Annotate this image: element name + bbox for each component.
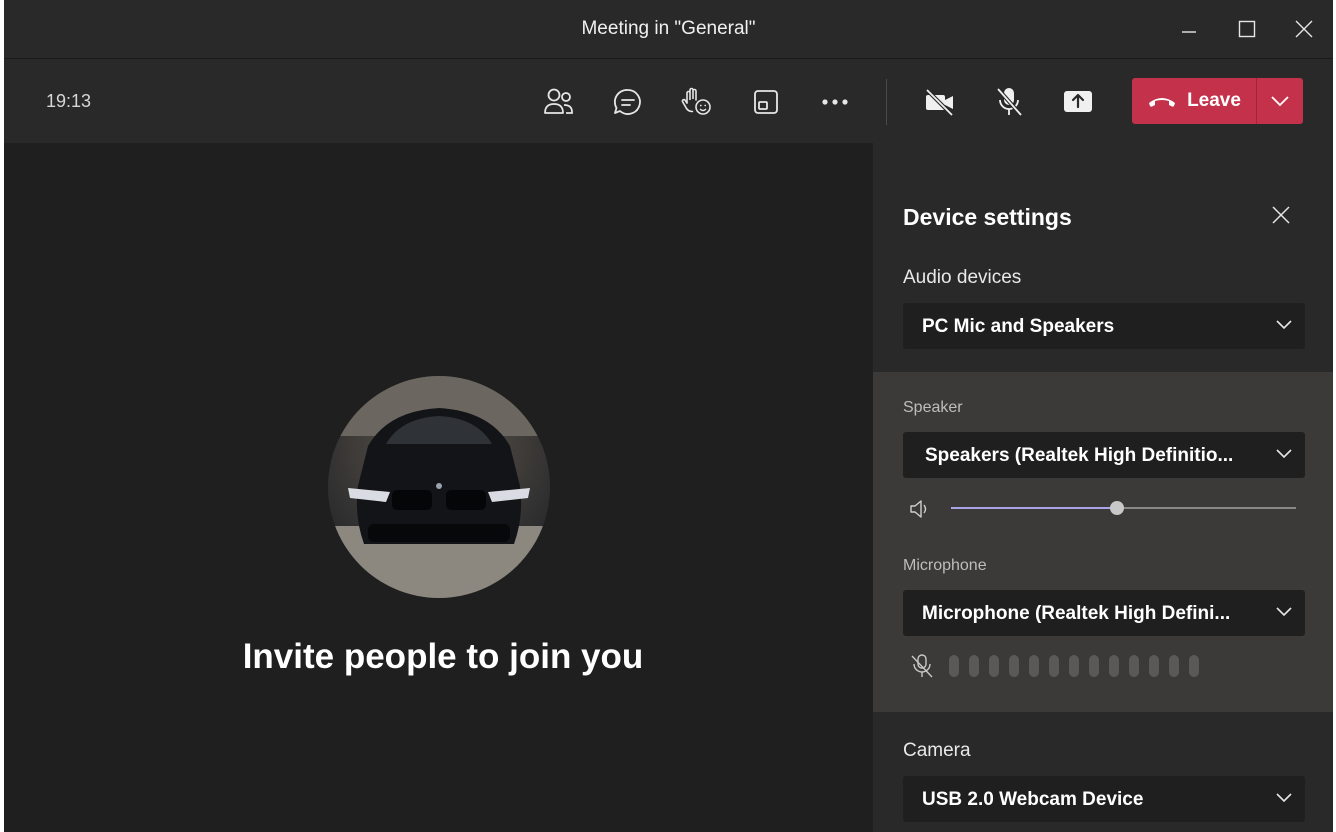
speaker-volume-fill <box>951 507 1117 509</box>
mic-level-bar <box>1029 655 1039 677</box>
leave-button-group: Leave <box>1132 78 1303 124</box>
microphone-value: Microphone (Realtek High Defini... <box>922 603 1231 624</box>
close-panel-button[interactable] <box>1267 201 1295 229</box>
minimize-button[interactable] <box>1174 14 1204 44</box>
mic-level-bar <box>1169 655 1179 677</box>
leave-options-button[interactable] <box>1257 78 1303 124</box>
close-icon <box>1295 20 1313 38</box>
maximize-button[interactable] <box>1232 14 1262 44</box>
mic-level-bar <box>1189 655 1199 677</box>
speaker-select[interactable]: Speakers (Realtek High Definitio... <box>903 432 1305 478</box>
speaker-value: Speakers (Realtek High Definitio... <box>925 445 1234 466</box>
mic-toggle-button[interactable] <box>989 83 1029 121</box>
mic-level-bar <box>1109 655 1119 677</box>
camera-toggle-button[interactable] <box>920 83 960 121</box>
leave-button[interactable]: Leave <box>1132 78 1256 124</box>
more-icon <box>822 99 848 105</box>
hang-up-icon <box>1149 98 1176 107</box>
raise-hand-icon <box>681 87 711 115</box>
chat-icon <box>614 89 641 115</box>
toolbar-divider <box>886 79 887 125</box>
panel-title: Device settings <box>903 204 1072 230</box>
mic-level-bar <box>1009 655 1019 677</box>
speaker-icon <box>910 500 927 518</box>
device-settings-panel: Device settings Audio devices PC Mic and… <box>873 143 1333 832</box>
mic-level-bar <box>1129 655 1139 677</box>
minimize-icon <box>1182 31 1196 33</box>
mic-level-bar <box>1089 655 1099 677</box>
people-icon <box>544 88 573 114</box>
mic-muted-icon <box>911 654 933 678</box>
invite-message: Invite people to join you <box>242 637 644 676</box>
microphone-select[interactable]: Microphone (Realtek High Defini... <box>903 590 1305 636</box>
rooms-button[interactable] <box>746 83 786 121</box>
microphone-label: Microphone <box>903 557 987 574</box>
mic-level-bar <box>989 655 999 677</box>
reactions-button[interactable] <box>677 83 717 121</box>
speaker-volume-thumb[interactable] <box>1109 501 1124 515</box>
car-avatar-image <box>328 376 550 598</box>
camera-select[interactable]: USB 2.0 Webcam Device <box>903 776 1305 822</box>
mic-off-icon <box>996 87 1023 117</box>
meeting-timer: 19:13 <box>46 91 92 111</box>
meeting-stage: Invite people to join you <box>4 143 873 832</box>
mic-level-meter <box>949 655 1199 677</box>
share-button[interactable] <box>1058 83 1098 121</box>
mic-level-bar <box>1149 655 1159 677</box>
mic-level-bar <box>969 655 979 677</box>
close-icon <box>1272 206 1290 224</box>
camera-value: USB 2.0 Webcam Device <box>922 789 1144 810</box>
maximize-icon <box>1238 20 1256 38</box>
audio-devices-label: Audio devices <box>903 267 1022 288</box>
speaker-volume-slider[interactable] <box>951 501 1296 515</box>
share-icon <box>1064 91 1092 112</box>
room-icon <box>754 90 778 114</box>
chevron-down-icon <box>1276 449 1292 459</box>
chevron-down-icon <box>1276 607 1292 617</box>
meeting-toolbar: 19:13 Leave <box>4 59 1333 143</box>
chevron-down-icon <box>1276 320 1292 330</box>
user-avatar <box>328 376 550 598</box>
meeting-window: Meeting in "General" 19:13 Leave Invite … <box>4 0 1333 832</box>
mic-level-bar <box>949 655 959 677</box>
speaker-label: Speaker <box>903 399 963 416</box>
audio-device-value: PC Mic and Speakers <box>922 316 1115 337</box>
more-options-button[interactable] <box>815 83 855 121</box>
title-bar: Meeting in "General" <box>4 0 1333 59</box>
chevron-down-icon <box>1276 793 1292 803</box>
camera-label: Camera <box>903 740 971 761</box>
camera-off-icon <box>925 88 954 116</box>
audio-device-select[interactable]: PC Mic and Speakers <box>903 303 1305 349</box>
close-window-button[interactable] <box>1289 14 1319 44</box>
leave-label: Leave <box>1187 90 1241 111</box>
chevron-down-icon <box>1271 96 1289 107</box>
mic-level-bar <box>1069 655 1079 677</box>
chat-button[interactable] <box>608 83 648 121</box>
mic-level-bar <box>1049 655 1059 677</box>
window-title: Meeting in "General" <box>581 18 756 39</box>
people-button[interactable] <box>538 83 578 121</box>
